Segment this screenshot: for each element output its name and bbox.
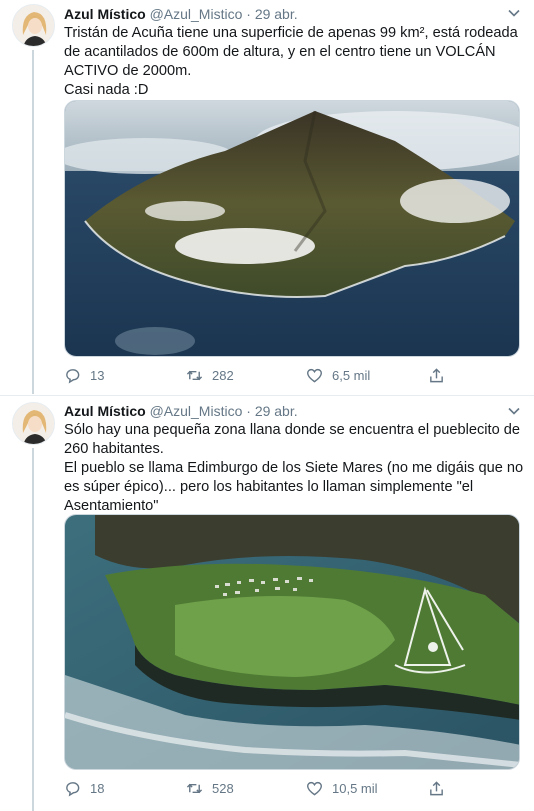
- share-button[interactable]: [428, 367, 445, 384]
- heart-icon: [306, 368, 323, 383]
- tweet-paragraph: Casi nada :D: [64, 82, 149, 98]
- retweet-button[interactable]: 528: [186, 780, 234, 797]
- tweet-actions: 13 282 6,5 mil: [64, 367, 464, 387]
- tweet-paragraph: Sólo hay una pequeña zona llana donde se…: [64, 422, 521, 457]
- like-button[interactable]: 6,5 mil: [306, 367, 370, 384]
- retweet-icon: [186, 783, 203, 794]
- tweet-media[interactable]: [64, 514, 520, 770]
- volcanic-island-photo-icon: [65, 101, 519, 356]
- author-name[interactable]: Azul Místico: [64, 403, 146, 419]
- tweet-media[interactable]: [64, 100, 520, 357]
- tweet-2[interactable]: Azul Místico @Azul_Mistico · 29 abr. Sól…: [0, 396, 534, 811]
- tweet-text: Sólo hay una pequeña zona llana donde se…: [64, 421, 526, 516]
- settlement-aerial-photo-icon: [65, 515, 519, 769]
- tweet-1[interactable]: Azul Místico @Azul_Mistico · 29 abr. Tri…: [0, 0, 534, 395]
- chevron-down-icon[interactable]: [507, 6, 521, 20]
- tweet-paragraph: El pueblo se llama Edimburgo de los Siet…: [64, 460, 524, 514]
- tweet-date[interactable]: 29 abr.: [255, 403, 298, 419]
- reply-button[interactable]: 13: [64, 367, 104, 384]
- tweet-text: Tristán de Acuña tiene una superficie de…: [64, 24, 526, 100]
- tweet-header: Azul Místico @Azul_Mistico · 29 abr.: [64, 402, 298, 420]
- share-icon: [430, 368, 443, 383]
- author-handle[interactable]: @Azul_Mistico: [150, 403, 243, 419]
- thread-connector: [32, 448, 34, 811]
- like-button[interactable]: 10,5 mil: [306, 780, 378, 797]
- reply-count: 13: [90, 368, 105, 383]
- retweet-icon: [186, 370, 203, 381]
- avatar-illustration-icon: [13, 5, 54, 46]
- thread-connector: [32, 50, 34, 394]
- reply-count: 18: [90, 781, 105, 796]
- like-count: 10,5 mil: [332, 781, 378, 796]
- avatar[interactable]: [12, 4, 55, 47]
- tweet-date[interactable]: 29 abr.: [255, 6, 298, 22]
- retweet-count: 282: [212, 368, 234, 383]
- author-name[interactable]: Azul Místico: [64, 6, 146, 22]
- retweet-button[interactable]: 282: [186, 367, 234, 384]
- reply-icon: [66, 369, 80, 384]
- reply-button[interactable]: 18: [64, 780, 104, 797]
- tweet-paragraph: Tristán de Acuña tiene una superficie de…: [64, 25, 518, 79]
- separator: ·: [246, 6, 251, 22]
- like-count: 6,5 mil: [332, 368, 371, 383]
- reply-icon: [66, 782, 80, 797]
- separator: ·: [246, 403, 251, 419]
- tweet-header: Azul Místico @Azul_Mistico · 29 abr.: [64, 5, 298, 23]
- share-icon: [430, 781, 443, 796]
- share-button[interactable]: [428, 780, 445, 797]
- avatar-illustration-icon: [13, 403, 54, 444]
- author-handle[interactable]: @Azul_Mistico: [150, 6, 243, 22]
- retweet-count: 528: [212, 781, 234, 796]
- heart-icon: [306, 781, 323, 796]
- tweet-actions: 18 528 10,5 mil: [64, 780, 464, 800]
- chevron-down-icon[interactable]: [507, 404, 521, 418]
- avatar[interactable]: [12, 402, 55, 445]
